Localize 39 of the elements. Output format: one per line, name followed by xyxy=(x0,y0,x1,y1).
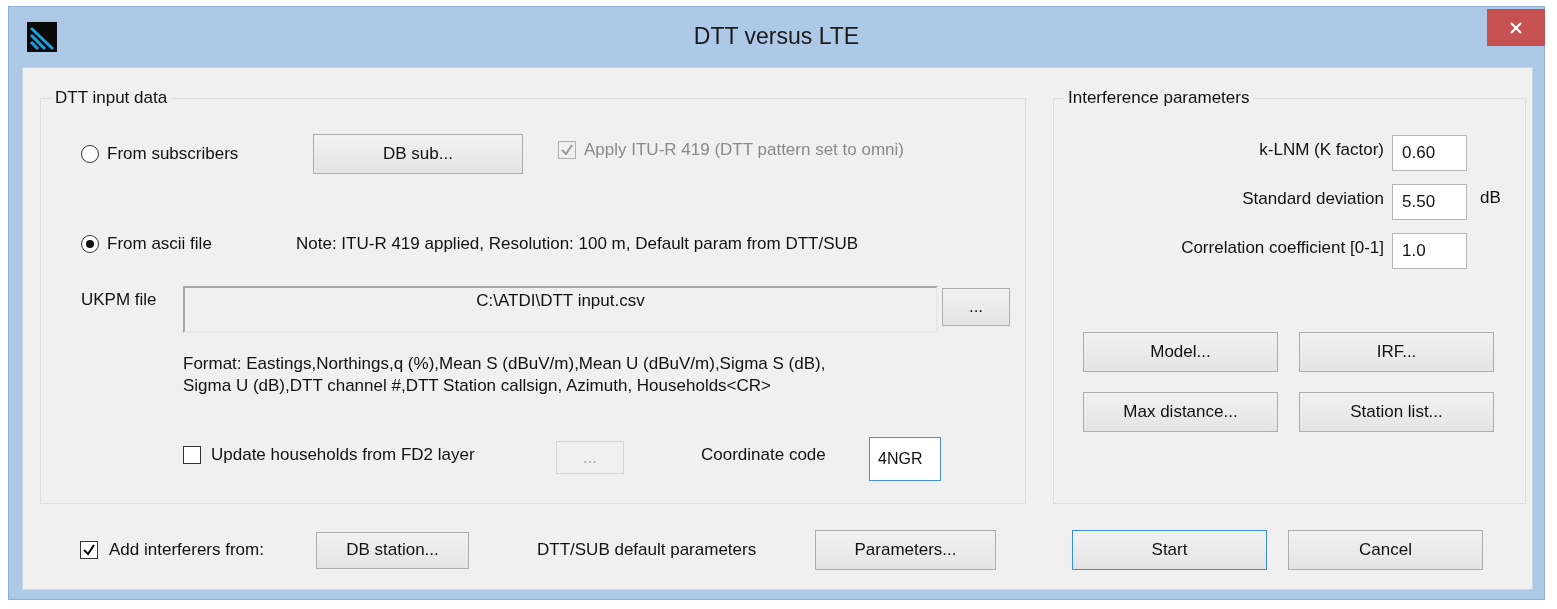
field-label: Standard deviation xyxy=(1241,189,1384,209)
dialog-button[interactable]: Start xyxy=(1072,530,1267,570)
parameters-label: DTT/SUB default parameters xyxy=(537,540,758,560)
input-field[interactable]: 5.50 xyxy=(1392,184,1467,220)
dialog-button[interactable]: Max distance... xyxy=(1083,392,1278,432)
field-label: k-LNM (K factor) xyxy=(1258,140,1384,160)
field-label: Correlation coefficient [0-1] xyxy=(1180,238,1384,258)
unit-label: dB xyxy=(1480,188,1501,208)
checkbox[interactable] xyxy=(80,541,98,559)
checkbox-label: Update households from FD2 layer xyxy=(211,445,476,465)
dialog-button[interactable]: Station list... xyxy=(1299,392,1494,432)
input-field[interactable]: 1.0 xyxy=(1392,233,1467,269)
checkbox-label: Add interferers from: xyxy=(109,540,265,560)
file-path-field[interactable]: C:\ATDI\DTT input.csv xyxy=(183,286,938,333)
format-description: Format: Eastings,Northings,q (%),Mean S (dBuV/m),Mean U (dBuV/m),Sigma S (dB), Sigma U (dB),DTT channel #,DTT Station callsign, Azimuth, Households<CR> xyxy=(183,353,827,397)
dialog-button[interactable]: Model... xyxy=(1083,332,1278,372)
db-sub-button[interactable]: DB sub... xyxy=(313,134,523,174)
checkbox[interactable] xyxy=(183,446,201,464)
dialog-button[interactable]: Cancel xyxy=(1288,530,1483,570)
note-text: Note: ITU-R 419 applied, Resolution: 100 m, Default param from DTT/SUB xyxy=(296,234,859,254)
close-icon xyxy=(1509,20,1523,35)
radio-label: From subscribers xyxy=(107,144,239,164)
checkbox-label: Apply ITU-R 419 (DTT pattern set to omni) xyxy=(584,140,904,160)
window-title: DTT versus LTE xyxy=(692,23,861,50)
dialog-button[interactable]: IRF... xyxy=(1299,332,1494,372)
field-label: UKPM file xyxy=(81,290,158,310)
field-label: Coordinate code xyxy=(701,445,827,465)
parameters-button[interactable]: Parameters... xyxy=(815,530,996,570)
db-station-button[interactable]: DB station... xyxy=(316,531,469,569)
group-title: Interference parameters xyxy=(1067,88,1251,108)
app-logo-icon xyxy=(27,22,57,52)
input-field[interactable]: 0.60 xyxy=(1392,135,1467,171)
radio-button[interactable] xyxy=(81,235,99,253)
coordinate-code-field[interactable]: 4NGR xyxy=(869,437,941,481)
close-button[interactable] xyxy=(1487,9,1545,46)
group-title: DTT input data xyxy=(54,88,169,108)
browse-button[interactable]: ... xyxy=(942,288,1010,326)
radio-label: From ascii file xyxy=(107,234,212,254)
radio-button[interactable] xyxy=(81,145,99,163)
